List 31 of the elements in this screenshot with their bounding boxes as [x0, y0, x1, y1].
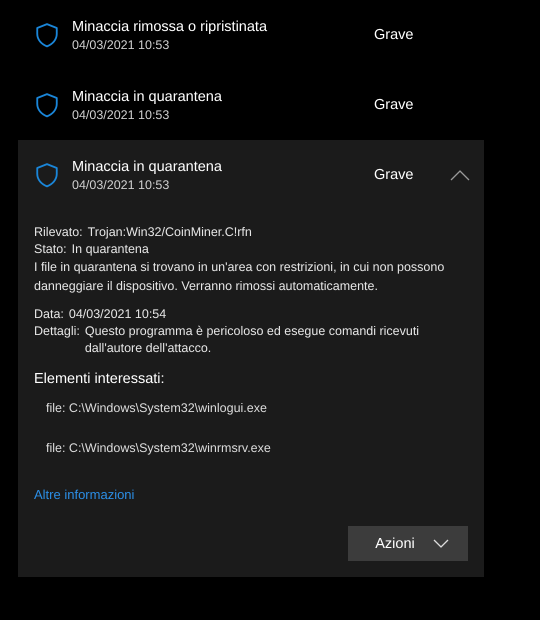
threat-title: Minaccia rimossa o ripristinata	[72, 18, 268, 34]
chevron-up-icon[interactable]	[450, 169, 470, 181]
section-heading: Elementi interessati:	[34, 371, 166, 387]
severity-label: Grave	[374, 97, 414, 113]
field-value: Trojan:Win32/CoinMiner.C!rfn	[88, 224, 252, 241]
threat-date: 04/03/2021 10:53	[72, 108, 170, 122]
threat-row[interactable]: Minaccia rimossa o ripristinata 04/03/2021 10:53 Grave	[18, 0, 484, 70]
actions-button[interactable]: Azioni	[348, 526, 468, 561]
field-value: In quarantena	[72, 241, 149, 258]
threat-date: 04/03/2021 10:53	[72, 38, 170, 52]
threat-date: 04/03/2021 10:53	[72, 178, 170, 192]
severity-label: Grave	[374, 27, 414, 43]
threat-title: Minaccia in quarantena	[72, 88, 223, 104]
shield-icon	[34, 161, 60, 189]
file-path: file: C:\Windows\System32\winlogui.exe	[46, 401, 268, 415]
more-info-link[interactable]: Altre informazioni	[34, 487, 134, 502]
shield-icon	[34, 21, 60, 49]
field-value: Questo programma è pericoloso ed esegue comandi ricevuti dall'autore dell'attacco.	[84, 323, 420, 357]
field-label: Stato:	[34, 241, 67, 258]
field-label: Dettagli:	[34, 323, 80, 340]
description-text: I file in quarantena si trovano in un'area con restrizioni, in cui non possono danneggiare il dispositivo. Verranno rimossi automaticamente.	[34, 259, 446, 295]
field-value: 04/03/2021 10:54	[68, 306, 166, 323]
field-label: Rilevato:	[34, 224, 83, 241]
shield-icon	[34, 91, 60, 119]
threat-title: Minaccia in quarantena	[72, 158, 223, 174]
file-path: file: C:\Windows\System32\winrmsrv.exe	[46, 441, 272, 455]
threat-row[interactable]: Minaccia in quarantena 04/03/2021 10:53 Grave	[18, 70, 484, 140]
field-label: Data:	[34, 306, 64, 323]
chevron-down-icon	[432, 538, 449, 548]
threat-card[interactable]	[18, 140, 484, 577]
severity-label: Grave	[374, 167, 414, 183]
